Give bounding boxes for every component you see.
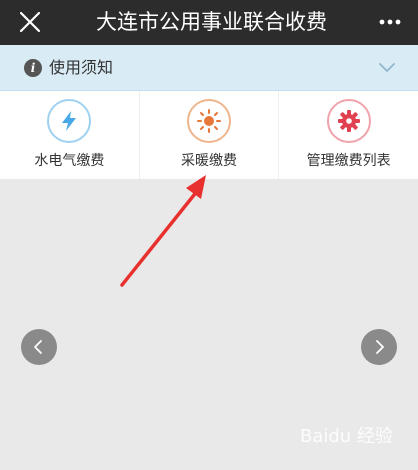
title-bar: 大连市公用事业联合收费 (0, 0, 418, 45)
notice-label: 使用须知 (49, 58, 114, 77)
carousel-prev-button[interactable] (21, 329, 57, 365)
watermark-text: Baidu 经验 (300, 426, 393, 447)
sun-icon (187, 99, 231, 143)
service-grid: 水电气缴费 采暖缴费 管理缴费列表 (0, 91, 418, 179)
baidu-watermark: Baidu 经验 (300, 426, 393, 447)
lightning-icon (47, 99, 92, 143)
usage-notice-bar[interactable]: i 使用须知 (0, 45, 418, 91)
gear-icon (326, 99, 371, 143)
close-icon[interactable] (18, 10, 42, 34)
info-icon: i (24, 59, 42, 77)
chevron-left-icon (34, 340, 42, 354)
chevron-down-icon[interactable] (378, 61, 396, 75)
service-label: 采暖缴费 (181, 153, 237, 169)
service-manage-list[interactable]: 管理缴费列表 (279, 91, 418, 179)
carousel-next-button[interactable] (361, 329, 397, 365)
service-heating[interactable]: 采暖缴费 (140, 91, 280, 179)
service-label: 水电气缴费 (34, 153, 105, 169)
chevron-right-icon (376, 340, 384, 354)
service-label: 管理缴费列表 (306, 153, 391, 169)
page-title: 大连市公用事业联合收费 (96, 10, 327, 34)
service-utilities[interactable]: 水电气缴费 (0, 91, 140, 179)
more-options-icon[interactable] (378, 11, 402, 33)
